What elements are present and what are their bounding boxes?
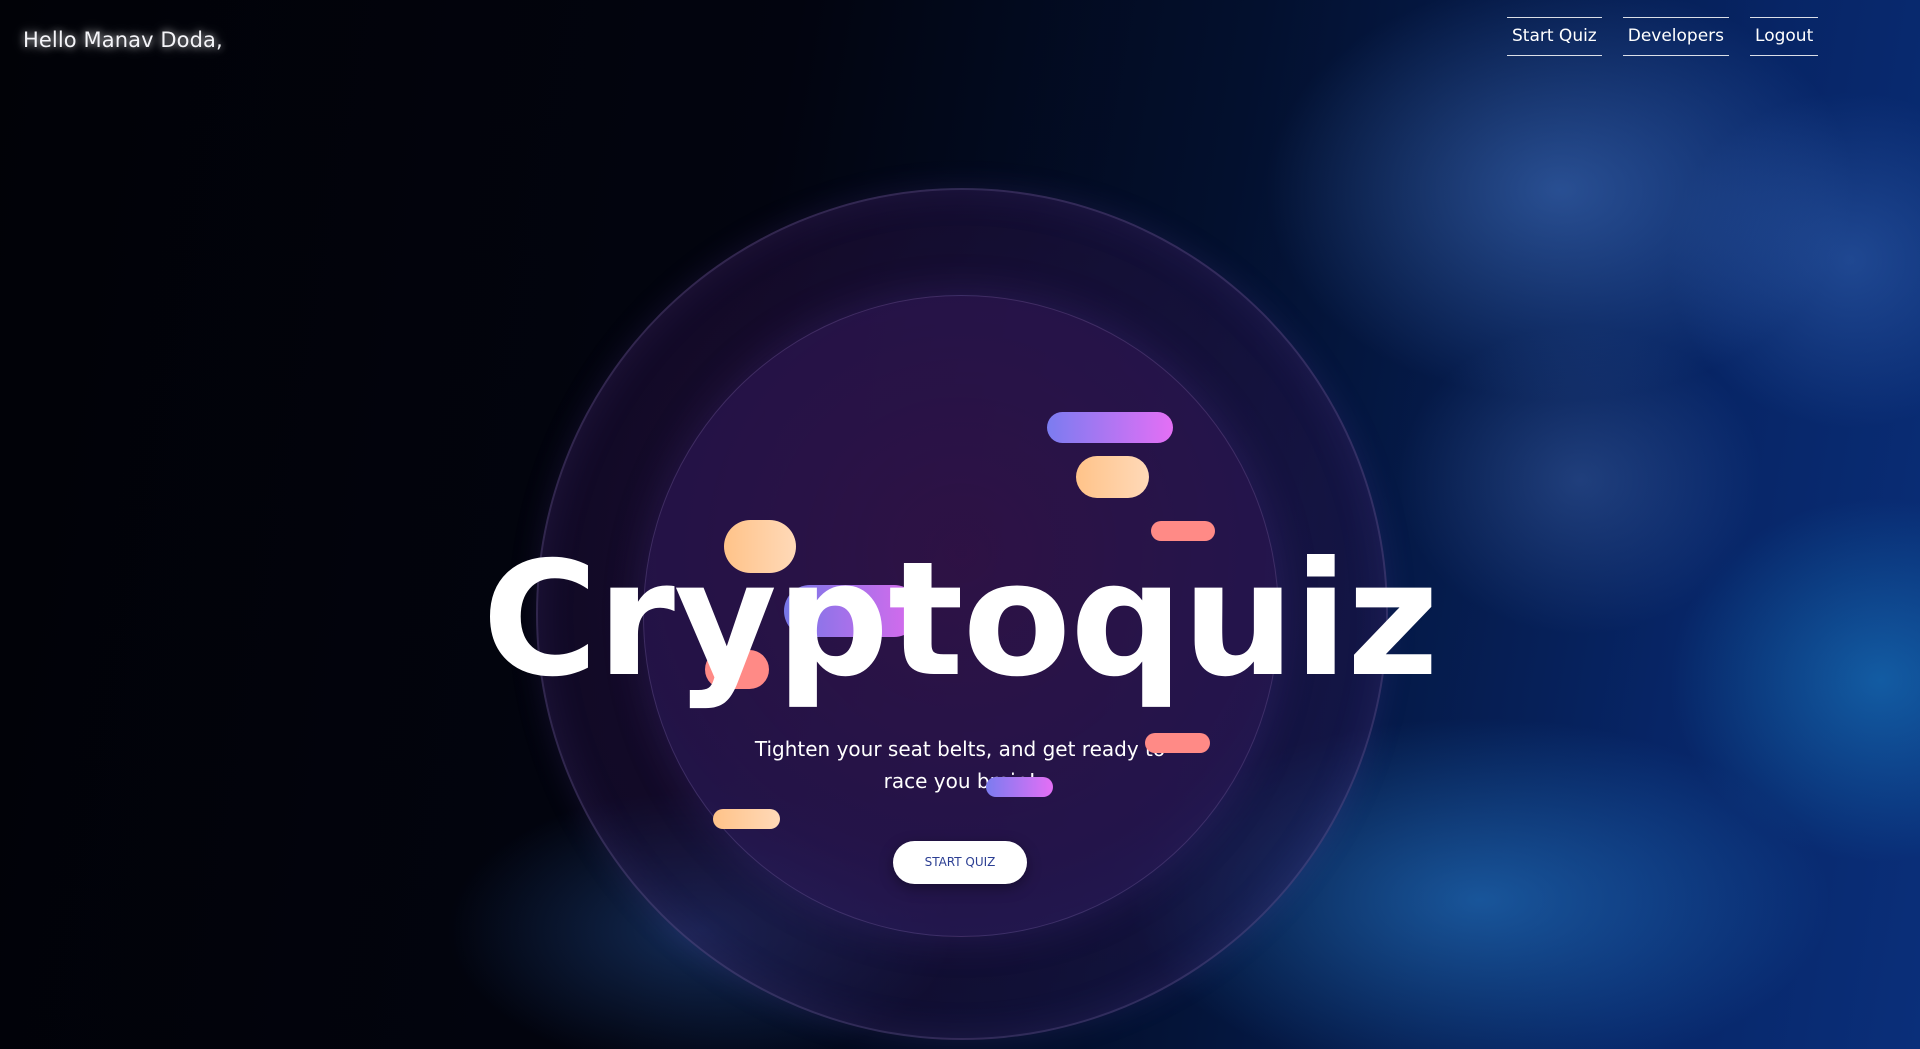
decor-pill-peach-top bbox=[1076, 456, 1149, 498]
nav-logout-link[interactable]: Logout bbox=[1750, 17, 1819, 56]
decor-pill-peach-bottom bbox=[713, 809, 780, 829]
decor-pill-purple-bottom bbox=[986, 777, 1053, 797]
decor-pill-peach-left bbox=[724, 520, 796, 573]
user-greeting: Hello Manav Doda, bbox=[23, 28, 223, 52]
hero-subtitle: Tighten your seat belts, and get ready t… bbox=[754, 737, 1166, 793]
nav-start-quiz-link[interactable]: Start Quiz bbox=[1507, 17, 1602, 56]
decor-pill-salmon-right bbox=[1151, 521, 1215, 541]
decor-pill-purple-top bbox=[1047, 412, 1173, 443]
hero-title: Cryptoquiz bbox=[482, 528, 1439, 712]
landing-page: Hello Manav Doda, Start Quiz Developers … bbox=[0, 0, 1920, 1049]
decor-pill-salmon-bottom bbox=[1145, 733, 1210, 753]
start-quiz-button[interactable]: START QUIZ bbox=[893, 841, 1027, 884]
nav-developers-link[interactable]: Developers bbox=[1622, 17, 1730, 56]
top-navigation: Start Quiz Developers Logout bbox=[1507, 17, 1819, 56]
